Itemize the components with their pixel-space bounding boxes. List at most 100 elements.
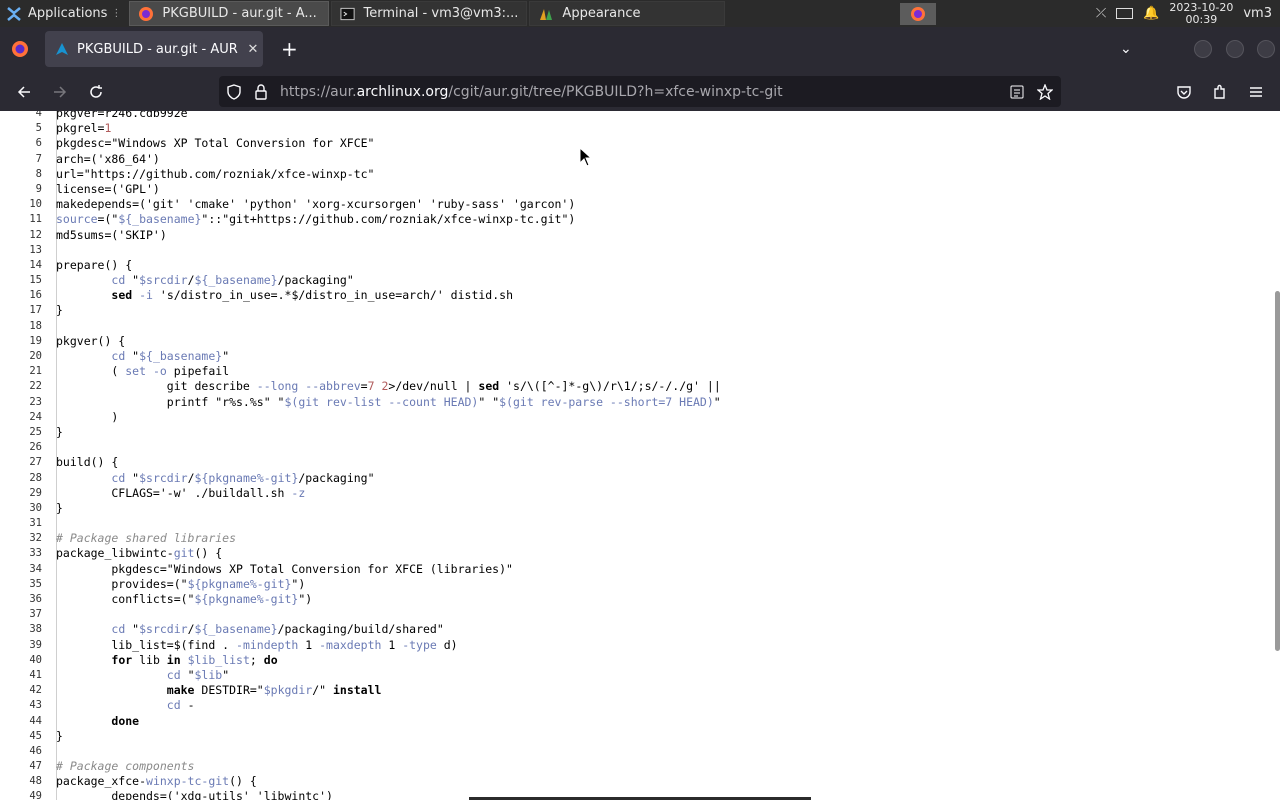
line-number[interactable]: 30 bbox=[0, 501, 49, 516]
list-all-tabs-icon[interactable]: ⌄ bbox=[1120, 41, 1132, 57]
line-number[interactable]: 31 bbox=[0, 516, 49, 531]
line-number[interactable]: 32 bbox=[0, 531, 49, 546]
tray-firefox-button[interactable] bbox=[899, 2, 936, 25]
line-number[interactable]: 25 bbox=[0, 425, 49, 440]
line-number[interactable]: 21 bbox=[0, 364, 49, 379]
line-number[interactable]: 42 bbox=[0, 683, 49, 698]
line-number[interactable]: 35 bbox=[0, 577, 49, 592]
line-number[interactable]: 40 bbox=[0, 653, 49, 668]
back-icon[interactable] bbox=[12, 80, 36, 104]
clock[interactable]: 2023-10-20 00:39 bbox=[1169, 0, 1234, 26]
task-terminal[interactable]: Terminal - vm3@vm3:... bbox=[331, 1, 528, 26]
line-number[interactable]: 26 bbox=[0, 440, 49, 455]
network-disconnected-icon[interactable]: ⤫ bbox=[1096, 6, 1106, 21]
line-number[interactable]: 22 bbox=[0, 379, 49, 394]
line-number[interactable]: 37 bbox=[0, 607, 49, 622]
line-number[interactable]: 19 bbox=[0, 334, 49, 349]
reload-icon[interactable] bbox=[84, 80, 108, 104]
code-text: # Package components bbox=[56, 759, 195, 774]
pocket-icon[interactable] bbox=[1172, 80, 1196, 104]
line-number[interactable]: 33 bbox=[0, 546, 49, 561]
shield-icon[interactable] bbox=[226, 83, 242, 100]
firefox-icon bbox=[139, 6, 154, 21]
line-number[interactable]: 46 bbox=[0, 744, 49, 759]
bookmark-star-icon[interactable] bbox=[1037, 83, 1053, 100]
line-number[interactable]: 10 bbox=[0, 197, 49, 212]
code-text: prepare() { bbox=[56, 257, 133, 272]
line-number[interactable]: 36 bbox=[0, 592, 49, 607]
code-line: 4 pkgver=r246.cdb992e bbox=[0, 111, 721, 121]
line-number[interactable]: 27 bbox=[0, 455, 49, 470]
code-line: 14 prepare() { bbox=[0, 258, 721, 273]
line-number[interactable]: 23 bbox=[0, 395, 49, 410]
close-window-button[interactable] bbox=[1257, 40, 1275, 58]
firefox-icon bbox=[910, 6, 925, 21]
code-text: } bbox=[56, 728, 63, 743]
code-text: cd "$srcdir/${_basename}/packaging/build… bbox=[111, 622, 444, 637]
tab-close-icon[interactable]: ✕ bbox=[243, 42, 263, 57]
extensions-icon[interactable] bbox=[1208, 80, 1232, 104]
line-number[interactable]: 9 bbox=[0, 182, 49, 197]
line-number[interactable]: 38 bbox=[0, 622, 49, 637]
line-number[interactable]: 41 bbox=[0, 668, 49, 683]
firefox-view-icon[interactable] bbox=[10, 39, 30, 59]
task-appearance[interactable]: Appearance bbox=[529, 1, 726, 26]
user-name[interactable]: vm3 bbox=[1243, 6, 1272, 21]
task-label: Terminal - vm3@vm3:... bbox=[363, 6, 519, 21]
code-line: 12 md5sums=('SKIP') bbox=[0, 228, 721, 243]
code-line: 22 git describe --long --abbrev=7 2>/dev… bbox=[0, 379, 720, 394]
code-line: 7 arch=('x86_64') bbox=[0, 152, 721, 167]
line-number[interactable]: 24 bbox=[0, 410, 49, 425]
line-number[interactable]: 45 bbox=[0, 729, 49, 744]
line-number[interactable]: 47 bbox=[0, 759, 49, 774]
line-number[interactable]: 28 bbox=[0, 471, 49, 486]
battery-icon[interactable] bbox=[1116, 8, 1134, 19]
url-suffix: /cgit/aur.git/tree/PKGBUILD?h=xfce-winxp… bbox=[448, 83, 783, 100]
line-number[interactable]: 12 bbox=[0, 228, 49, 243]
line-number[interactable]: 4 bbox=[0, 111, 49, 121]
line-number[interactable]: 6 bbox=[0, 136, 49, 151]
reader-view-icon[interactable] bbox=[1010, 85, 1024, 99]
line-number[interactable]: 34 bbox=[0, 562, 49, 577]
code-text: cd "${_basename}" bbox=[111, 349, 230, 363]
line-number[interactable]: 7 bbox=[0, 152, 49, 167]
code-text: cd - bbox=[166, 698, 195, 713]
line-number[interactable]: 11 bbox=[0, 212, 49, 227]
minimize-button[interactable] bbox=[1194, 40, 1212, 58]
line-number[interactable]: 8 bbox=[0, 167, 49, 182]
notification-bell-icon[interactable]: 🔔 bbox=[1143, 6, 1159, 21]
tab-active[interactable]: PKGBUILD - aur.git - AUR ✕ bbox=[45, 31, 263, 67]
line-number[interactable]: 44 bbox=[0, 714, 49, 729]
vertical-scrollbar[interactable] bbox=[1275, 291, 1280, 651]
code-line: 25} bbox=[0, 425, 721, 440]
tab-title: PKGBUILD - aur.git - AUR bbox=[77, 41, 238, 57]
code-text: arch=('x86_64') bbox=[56, 151, 160, 166]
forward-icon[interactable] bbox=[48, 80, 72, 104]
line-number[interactable]: 14 bbox=[0, 258, 49, 273]
task-firefox[interactable]: PKGBUILD - aur.git - A... bbox=[129, 1, 330, 26]
line-number[interactable]: 18 bbox=[0, 319, 49, 334]
line-number[interactable]: 13 bbox=[0, 243, 49, 258]
line-number[interactable]: 20 bbox=[0, 349, 49, 364]
code-line: 18 bbox=[0, 319, 721, 334]
terminal-icon bbox=[340, 7, 356, 20]
line-number[interactable]: 17 bbox=[0, 303, 49, 318]
code-text: package_xfce-winxp-tc-git() { bbox=[56, 774, 257, 789]
applications-menu[interactable]: Applications ⋮ bbox=[0, 0, 127, 27]
lock-icon[interactable] bbox=[254, 83, 268, 100]
line-number[interactable]: 15 bbox=[0, 273, 49, 288]
line-number[interactable]: 43 bbox=[0, 698, 49, 713]
maximize-button[interactable] bbox=[1226, 40, 1244, 58]
line-number[interactable]: 16 bbox=[0, 288, 49, 303]
line-number[interactable]: 48 bbox=[0, 774, 49, 789]
code-text: make DESTDIR="$pkgdir/" install bbox=[166, 683, 382, 698]
line-number[interactable]: 49 bbox=[0, 789, 49, 800]
new-tab-icon[interactable]: + bbox=[281, 37, 298, 61]
clock-date: 2023-10-20 bbox=[1169, 0, 1234, 14]
line-number[interactable]: 5 bbox=[0, 121, 49, 136]
line-number[interactable]: 39 bbox=[0, 638, 49, 653]
url-bar[interactable]: https://aur.archlinux.org/cgit/aur.git/t… bbox=[219, 76, 1061, 107]
url-text[interactable]: https://aur.archlinux.org/cgit/aur.git/t… bbox=[280, 84, 783, 100]
hamburger-menu-icon[interactable] bbox=[1244, 80, 1268, 104]
line-number[interactable]: 29 bbox=[0, 486, 49, 501]
